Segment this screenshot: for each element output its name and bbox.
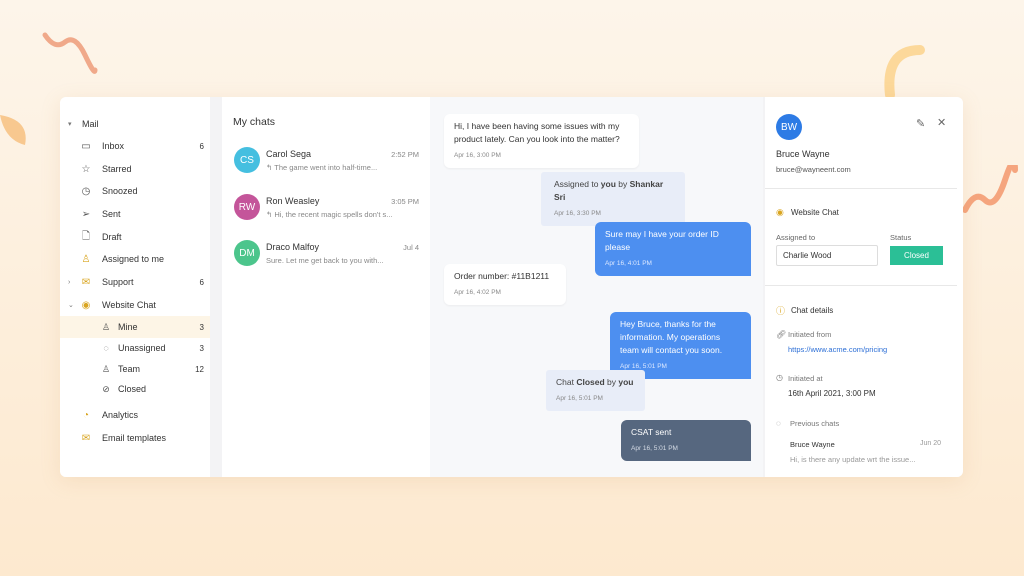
message-incoming: Hi, I have been having some issues with … [444,114,639,168]
leaf-decoration [0,115,26,145]
chat-icon: ◉ [81,299,91,311]
conversation-pane: Hi, I have been having some issues with … [430,97,763,477]
chat-list-item[interactable]: RW Ron Weasley 3:05 PM ↰ Hi, the recent mag… [222,194,430,234]
sidebar-item-draft[interactable]: 🗋 Draft [60,226,210,248]
info-icon: ⓘ [776,306,786,316]
sidebar-item-starred[interactable]: ☆ Starred [60,158,210,180]
chat-add-icon: ◌ [103,343,109,353]
sidebar-subitem-unassigned[interactable]: ◌ Unassigned 3 [60,337,210,359]
status-button[interactable]: Closed [890,246,943,265]
close-icon[interactable]: ✕ [937,116,946,129]
previous-chats-label: Previous chats [790,419,840,428]
sidebar-item-email-templates[interactable]: ✉ Email templates [60,427,210,449]
initiated-at-value: 16th April 2021, 3:00 PM [788,389,876,398]
initiated-from-label: Initiated from [788,330,832,339]
chat-bubble-icon: ◌ [776,419,781,428]
assignee-field[interactable]: Charlie Wood [776,245,878,266]
avatar: RW [234,194,260,220]
squiggle-decoration [42,32,98,74]
avatar: DM [234,240,260,266]
contact-details: BW ✎ ✕ Bruce Wayne bruce@wayneent.com ◉ … [765,97,963,477]
channel-label: Website Chat [791,208,839,217]
edit-icon[interactable]: ✎ [916,117,925,130]
chat-details-heading: Chat details [791,306,834,315]
chat-icon: ◉ [776,207,784,217]
inbox-tray-icon: ✉ [81,276,91,288]
message-outgoing: Hey Bruce, thanks for the information. M… [610,312,751,379]
avatar: BW [776,114,802,140]
initiated-at-label: Initiated at [788,374,823,383]
inbox-icon: ▭ [81,140,91,152]
check-circle-icon: ⊘ [102,383,110,394]
email-template-icon: ✉ [81,432,91,444]
file-icon: 🗋 [81,230,91,242]
link-icon: 🔗︎ [776,330,787,339]
sidebar-item-inbox[interactable]: ▭ Inbox 6 [60,135,210,157]
csat-sent-message: CSAT sent Apr 16, 5:01 PM [621,420,751,461]
chat-list: My chats CS Carol Sega 2:52 PM ↰ The game w… [222,97,430,477]
clock-icon: ◷ [81,185,91,197]
user-icon: ♙ [81,253,91,265]
sidebar-section-mail[interactable]: ▾ Mail [60,113,210,135]
avatar: CS [234,147,260,173]
sidebar-item-website-chat[interactable]: ⌄ ◉ Website Chat [60,294,210,316]
contact-email: bruce@wayneent.com [776,165,851,174]
sidebar-item-sent[interactable]: ➢ Sent [60,203,210,225]
assigned-label: Assigned to [776,233,816,242]
sidebar-item-analytics[interactable]: ◔ Analytics [60,404,210,426]
contact-name: Bruce Wayne [776,149,830,159]
pie-chart-icon: ◔ [82,409,90,421]
caret-down-icon: ⌄ [68,302,74,309]
initiated-from-link[interactable]: https://www.acme.com/pricing [788,345,887,354]
caret-down-icon: ▾ [68,121,72,128]
send-icon: ➢ [81,208,91,220]
users-icon: ♙ [101,363,111,374]
sidebar-item-snoozed[interactable]: ◷ Snoozed [60,180,210,202]
sidebar-subitem-closed[interactable]: ⊘ Closed [60,378,210,400]
system-message-assigned: Assigned to you by Shankar Sri Apr 16, 3:… [541,172,685,226]
sidebar-item-assigned[interactable]: ♙ Assigned to me [60,248,210,270]
message-outgoing: Sure may I have your order ID please Apr … [595,222,751,276]
caret-right-icon: › [68,278,71,286]
sidebar-item-support[interactable]: › ✉ Support 6 [60,271,210,293]
system-message-closed: Chat Closed by you Apr 16, 5:01 PM [546,370,645,411]
sidebar-subitem-mine[interactable]: ♙ Mine 3 [60,316,210,338]
sidebar: ▾ Mail ▭ Inbox 6 ☆ Starred ◷ Snoozed ➢ Sent 🗋 D… [60,97,210,477]
sidebar-subitem-team[interactable]: ♙ Team 12 [60,358,210,380]
chat-list-item[interactable]: CS Carol Sega 2:52 PM ↰ The game went into … [222,147,430,187]
clock-icon: ◷ [776,373,783,382]
message-incoming: Order number: #11B1211 Apr 16, 4:02 PM [444,264,566,305]
divider [765,285,957,286]
squiggle-decoration [962,165,1018,213]
user-icon: ♙ [101,321,111,332]
chat-list-item[interactable]: DM Draco Malfoy Jul 4 Sure. Let me get back… [222,240,430,280]
status-label: Status [890,233,912,242]
star-icon: ☆ [81,163,91,175]
arc-decoration [884,45,925,100]
app-window: ▾ Mail ▭ Inbox 6 ☆ Starred ◷ Snoozed ➢ Sent 🗋 D… [60,97,963,477]
reply-icon: ↰ [266,163,275,172]
list-title: My chats [233,116,276,128]
divider [765,188,957,189]
